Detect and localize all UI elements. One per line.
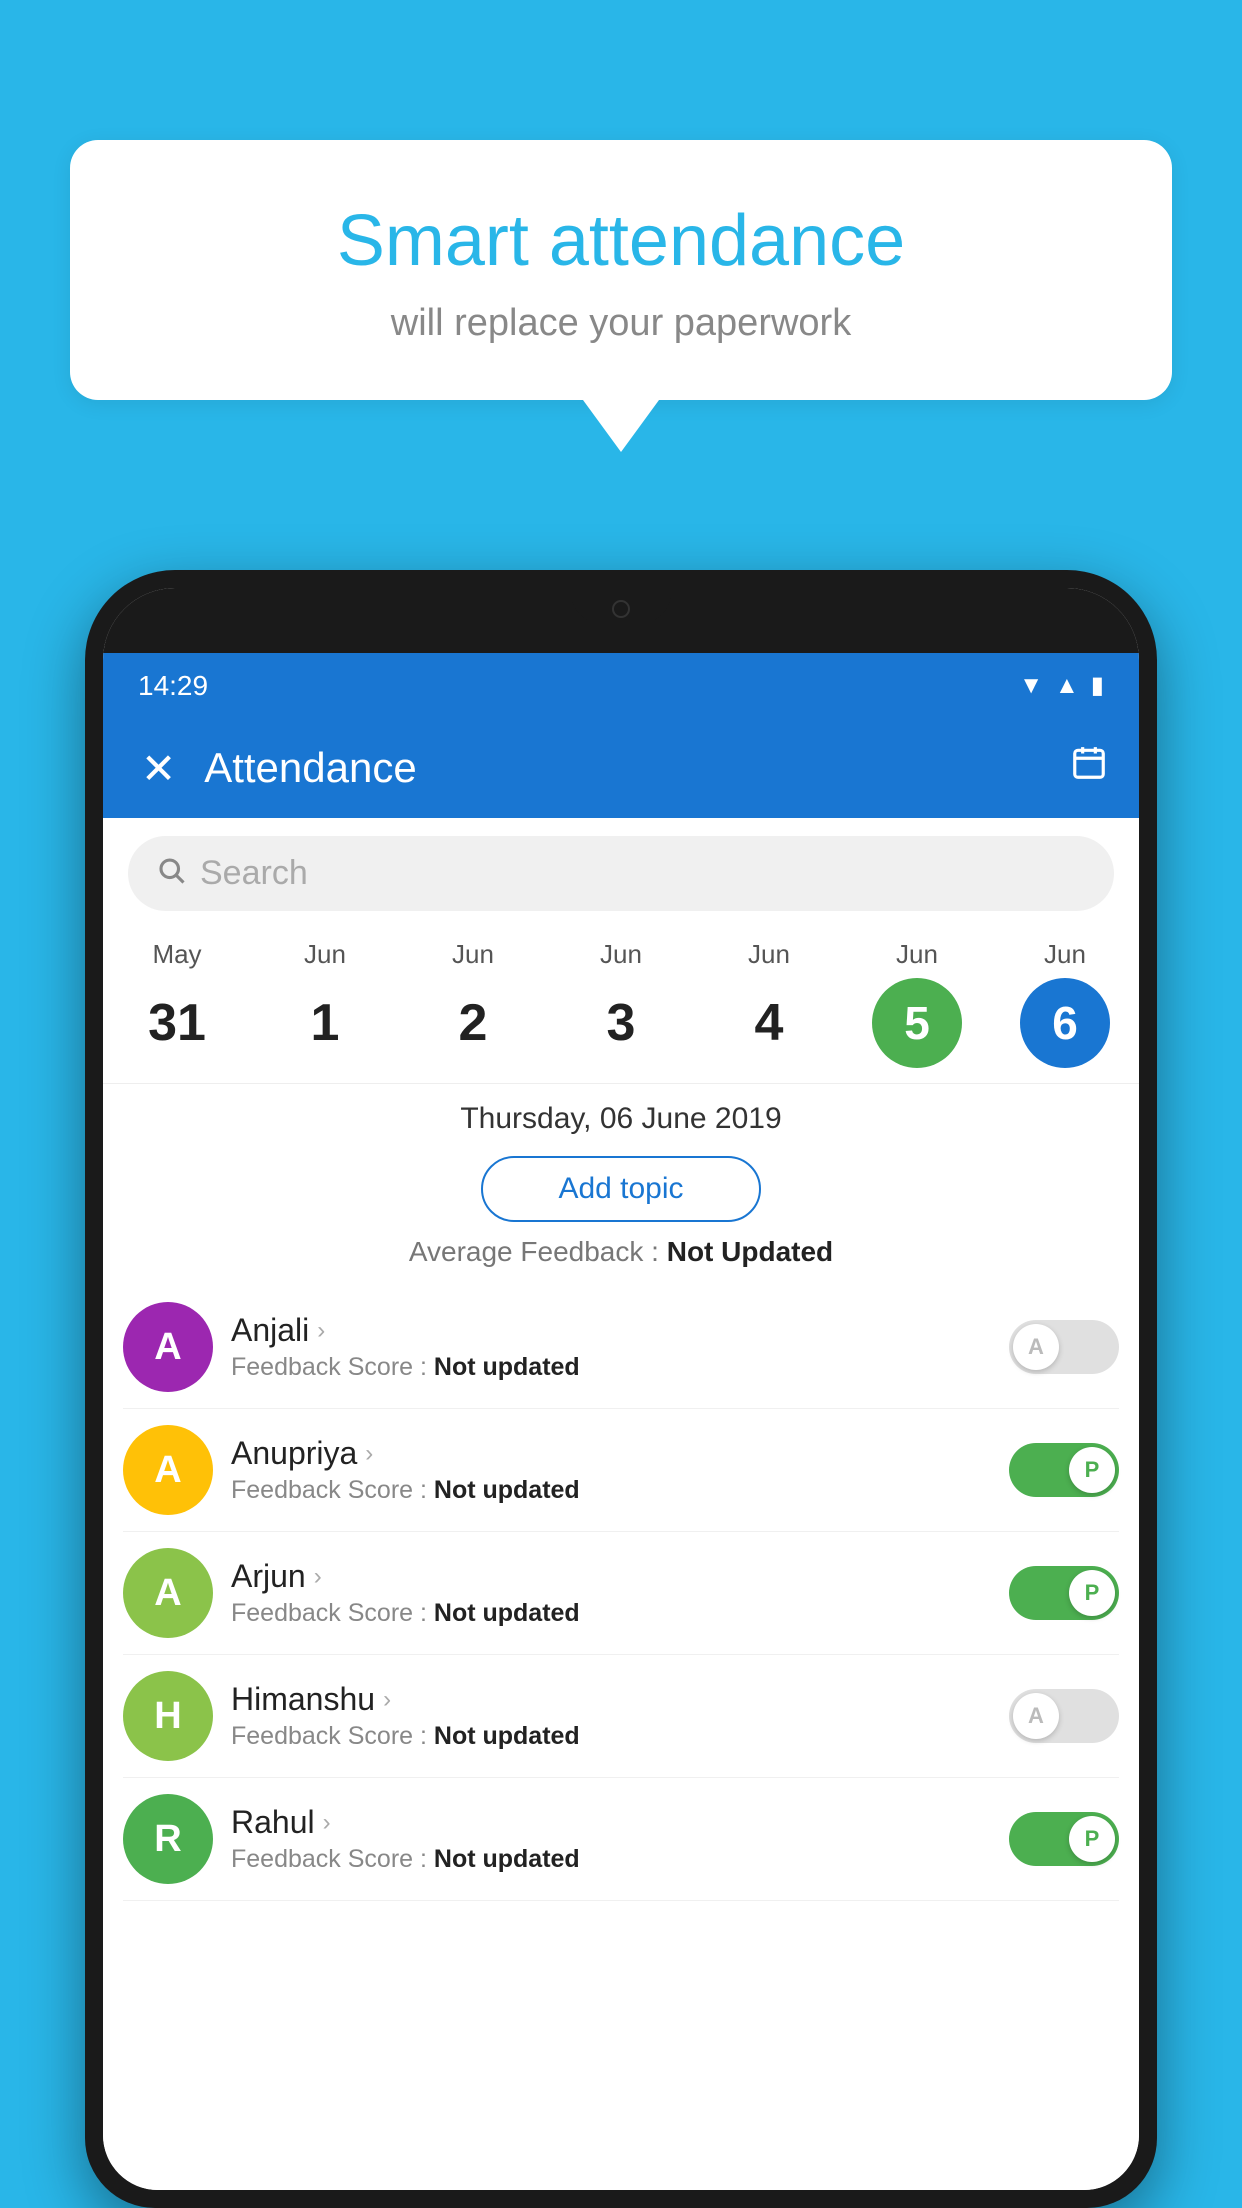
speech-bubble: Smart attendance will replace your paper… <box>70 140 1172 400</box>
avatar: A <box>123 1302 213 1392</box>
add-topic-button[interactable]: Add topic <box>481 1156 761 1222</box>
cal-day-number: 3 <box>576 978 666 1068</box>
student-name: Himanshu › <box>231 1681 991 1718</box>
student-name: Anjali › <box>231 1312 991 1349</box>
search-placeholder: Search <box>200 854 308 893</box>
status-bar: 14:29 ▼ ▲ ▮ <box>103 653 1139 718</box>
speech-bubble-tail <box>583 400 659 452</box>
student-item[interactable]: A Anupriya › Feedback Score : Not updated P <box>123 1409 1119 1532</box>
cal-day-number: 31 <box>132 978 222 1068</box>
attendance-toggle[interactable]: P <box>1009 1443 1119 1497</box>
chevron-icon: › <box>314 1563 322 1591</box>
feedback-score: Feedback Score : Not updated <box>231 1599 991 1628</box>
avatar: A <box>123 1548 213 1638</box>
cal-day-number: 4 <box>724 978 814 1068</box>
cal-month-label: May <box>152 939 201 970</box>
avg-feedback-label: Average Feedback : <box>409 1236 659 1267</box>
student-name: Anupriya › <box>231 1435 991 1472</box>
student-item[interactable]: A Arjun › Feedback Score : Not updated P <box>123 1532 1119 1655</box>
attendance-toggle[interactable]: P <box>1009 1566 1119 1620</box>
student-item[interactable]: R Rahul › Feedback Score : Not updated P <box>123 1778 1119 1901</box>
avatar: A <box>123 1425 213 1515</box>
app-bar-title: Attendance <box>204 744 417 792</box>
screen-content: Search May 31 Jun 1 Jun 2 Jun 3 Jun 4 Jun 5 Jun 6 Thu… <box>103 818 1139 2190</box>
calendar-day[interactable]: May 31 <box>117 939 237 1068</box>
calendar-day[interactable]: Jun 4 <box>709 939 829 1068</box>
phone-screen: 14:29 ▼ ▲ ▮ ✕ Attendance <box>103 588 1139 2190</box>
feedback-score: Feedback Score : Not updated <box>231 1353 991 1382</box>
feedback-score: Feedback Score : Not updated <box>231 1722 991 1751</box>
search-bar: Search <box>103 818 1139 929</box>
student-list: AAnjali ›Feedback Score : Not updatedAAA… <box>103 1286 1139 1901</box>
attendance-toggle[interactable]: P <box>1009 1812 1119 1866</box>
calendar-day[interactable]: Jun 5 <box>857 939 977 1068</box>
selected-date-label: Thursday, 06 June 2019 <box>103 1084 1139 1146</box>
speech-bubble-subtitle: will replace your paperwork <box>120 302 1122 345</box>
wifi-icon: ▼ <box>1019 672 1043 700</box>
avatar: R <box>123 1794 213 1884</box>
status-time: 14:29 <box>138 670 208 702</box>
cal-month-label: Jun <box>896 939 938 970</box>
cal-month-label: Jun <box>1044 939 1086 970</box>
cal-day-number: 6 <box>1020 978 1110 1068</box>
close-button[interactable]: ✕ <box>133 736 184 801</box>
feedback-score: Feedback Score : Not updated <box>231 1476 991 1505</box>
camera-dot <box>612 600 630 618</box>
attendance-toggle[interactable]: A <box>1009 1320 1119 1374</box>
student-info: Arjun › Feedback Score : Not updated <box>231 1558 991 1628</box>
cal-month-label: Jun <box>600 939 642 970</box>
student-info: Himanshu › Feedback Score : Not updated <box>231 1681 991 1751</box>
cal-month-label: Jun <box>304 939 346 970</box>
cal-day-number: 1 <box>280 978 370 1068</box>
cal-month-label: Jun <box>452 939 494 970</box>
attendance-toggle[interactable]: A <box>1009 1689 1119 1743</box>
feedback-score: Feedback Score : Not updated <box>231 1845 991 1874</box>
cal-day-number: 5 <box>872 978 962 1068</box>
student-info: Rahul › Feedback Score : Not updated <box>231 1804 991 1874</box>
phone-frame: 14:29 ▼ ▲ ▮ ✕ Attendance <box>85 570 1157 2208</box>
student-name: Arjun › <box>231 1558 991 1595</box>
search-icon <box>156 855 186 893</box>
notch <box>571 588 671 623</box>
speech-bubble-title: Smart attendance <box>120 200 1122 282</box>
calendar-day[interactable]: Jun 1 <box>265 939 385 1068</box>
chevron-icon: › <box>323 1809 331 1837</box>
calendar-day[interactable]: Jun 2 <box>413 939 533 1068</box>
student-item[interactable]: H Himanshu › Feedback Score : Not updated A <box>123 1655 1119 1778</box>
phone-top-bar <box>103 588 1139 653</box>
student-item[interactable]: A Anjali › Feedback Score : Not updated A <box>123 1286 1119 1409</box>
status-icons: ▼ ▲ ▮ <box>1019 671 1104 700</box>
calendar-day[interactable]: Jun 3 <box>561 939 681 1068</box>
student-info: Anjali › Feedback Score : Not updated <box>231 1312 991 1382</box>
calendar-day[interactable]: Jun 6 <box>1005 939 1125 1068</box>
student-info: Anupriya › Feedback Score : Not updated <box>231 1435 991 1505</box>
chevron-icon: › <box>383 1686 391 1714</box>
speech-bubble-section: Smart attendance will replace your paper… <box>70 140 1172 452</box>
chevron-icon: › <box>365 1440 373 1468</box>
avg-feedback-value: Not Updated <box>667 1236 833 1267</box>
chevron-icon: › <box>317 1317 325 1345</box>
avg-feedback: Average Feedback : Not Updated <box>103 1236 1139 1286</box>
signal-icon: ▲ <box>1055 672 1079 700</box>
avatar: H <box>123 1671 213 1761</box>
cal-month-label: Jun <box>748 939 790 970</box>
battery-icon: ▮ <box>1091 671 1104 700</box>
calendar-icon[interactable] <box>1069 744 1109 792</box>
student-name: Rahul › <box>231 1804 991 1841</box>
cal-day-number: 2 <box>428 978 518 1068</box>
app-bar: ✕ Attendance <box>103 718 1139 818</box>
search-input-wrap[interactable]: Search <box>128 836 1114 911</box>
calendar-strip: May 31 Jun 1 Jun 2 Jun 3 Jun 4 Jun 5 Jun 6 <box>103 929 1139 1084</box>
app-bar-left: ✕ Attendance <box>133 736 417 801</box>
